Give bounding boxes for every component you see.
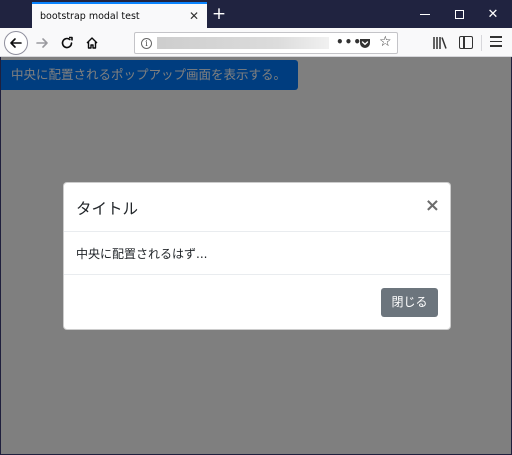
- site-info-icon[interactable]: i: [141, 38, 152, 49]
- url-text-redacted: [157, 37, 329, 49]
- window-close-icon: ✕: [487, 6, 499, 22]
- back-arrow-icon: [10, 38, 22, 48]
- close-button[interactable]: 閉じる: [381, 288, 438, 317]
- tab-bootstrap-modal-test[interactable]: bootstrap modal test ✕: [32, 2, 207, 28]
- browser-titlebar: bootstrap modal test ✕ + ✕: [0, 0, 512, 28]
- toolbar-divider: [481, 35, 482, 51]
- modal-body-text: 中央に配置されるはず...: [76, 247, 208, 261]
- maximize-icon: [454, 9, 464, 19]
- modal-dialog: タイトル × 中央に配置されるはず... 閉じる: [63, 182, 451, 330]
- forward-button[interactable]: [30, 31, 54, 55]
- reload-button[interactable]: [55, 31, 79, 55]
- url-bar[interactable]: i ••• ☆: [134, 32, 398, 54]
- library-icon[interactable]: [432, 35, 448, 51]
- tab-close-icon[interactable]: ✕: [185, 7, 203, 25]
- modal-footer: 閉じる: [64, 275, 450, 329]
- back-button[interactable]: [4, 31, 28, 55]
- modal-close-icon[interactable]: ×: [425, 197, 440, 215]
- home-button[interactable]: [80, 31, 104, 55]
- window-close-button[interactable]: ✕: [476, 0, 510, 28]
- page-content: 中央に配置されるポップアップ画面を表示する。 タイトル × 中央に配置されるはず…: [1, 57, 511, 454]
- minimize-button[interactable]: [408, 0, 442, 28]
- maximize-button[interactable]: [442, 0, 476, 28]
- modal-title: タイトル: [76, 200, 139, 218]
- modal-header: タイトル ×: [64, 183, 450, 232]
- navigation-toolbar: i ••• ☆: [0, 28, 512, 57]
- minimize-icon: [420, 13, 430, 15]
- home-icon: [86, 37, 98, 49]
- tab-title: bootstrap modal test: [40, 10, 140, 22]
- modal-body: 中央に配置されるはず...: [64, 232, 450, 275]
- forward-arrow-icon: [36, 38, 48, 48]
- bookmark-star-icon[interactable]: ☆: [379, 34, 392, 50]
- reload-icon: [61, 36, 73, 49]
- new-tab-button[interactable]: +: [209, 4, 229, 24]
- sidebar-toggle-icon[interactable]: [459, 36, 473, 49]
- hamburger-menu-icon[interactable]: [490, 36, 502, 48]
- pocket-icon[interactable]: [359, 37, 371, 49]
